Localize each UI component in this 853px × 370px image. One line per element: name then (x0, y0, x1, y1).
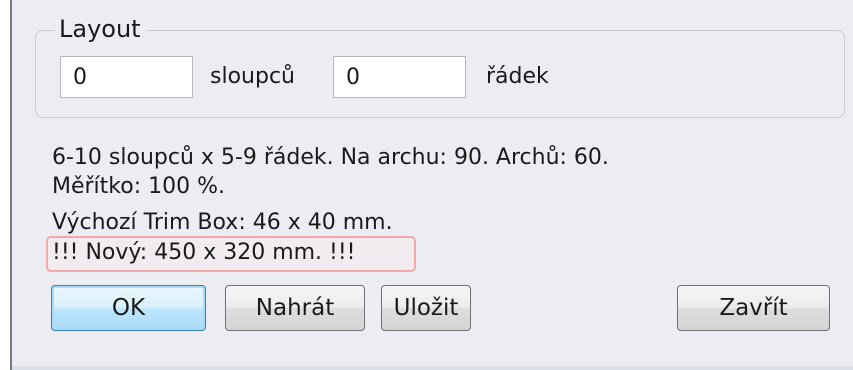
dialog-window: Layout sloupců řádek 6-10 sloupců x 5-9 … (0, 0, 853, 370)
rows-input[interactable] (333, 56, 466, 98)
columns-label: sloupců (210, 64, 295, 89)
scale-text: Měřítko: 100 %. (52, 174, 226, 199)
ok-button[interactable]: OK (51, 285, 206, 331)
load-button[interactable]: Nahrát (225, 285, 365, 331)
rows-label: řádek (486, 64, 549, 89)
layout-group-title: Layout (55, 14, 147, 44)
columns-input[interactable] (60, 56, 193, 98)
panel-bottom-edge (12, 366, 853, 370)
close-button[interactable]: Zavřít (677, 285, 830, 331)
new-size-warning-text: !!! Nový: 450 x 320 mm. !!! (52, 240, 356, 265)
trim-box-text: Výchozí Trim Box: 46 x 40 mm. (52, 210, 393, 235)
layout-summary-text: 6-10 sloupců x 5-9 řádek. Na archu: 90. … (52, 145, 609, 170)
save-button[interactable]: Uložit (381, 285, 471, 331)
